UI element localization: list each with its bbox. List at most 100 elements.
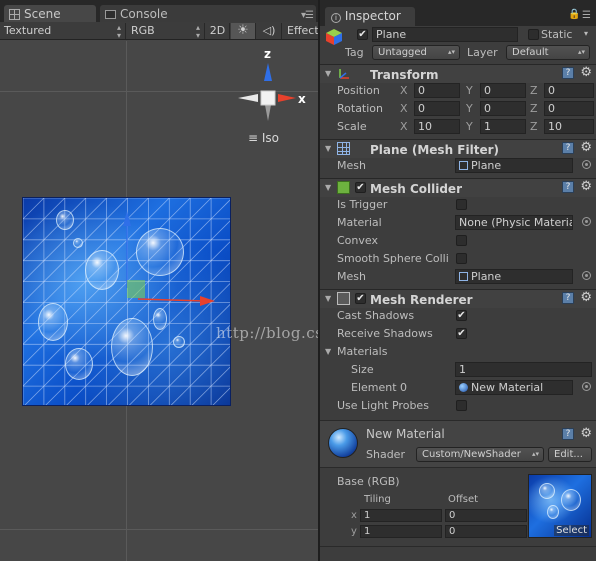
base-texture-slot[interactable]: Select xyxy=(528,474,592,538)
tag-dropdown[interactable]: Untagged ▴▾ xyxy=(372,45,460,60)
color-mode-dropdown[interactable]: RGB ▴ ▾ xyxy=(127,23,205,40)
tab-console[interactable]: Console xyxy=(100,5,316,22)
render-mode-dropdown[interactable]: Textured ▴ ▾ xyxy=(0,23,126,40)
help-icon[interactable]: ? xyxy=(562,67,574,79)
static-dropdown-icon[interactable]: ▾ xyxy=(584,29,588,38)
transform-z-field[interactable]: 0 xyxy=(544,101,594,116)
transform-z-field[interactable]: 10 xyxy=(544,119,594,134)
active-checkbox[interactable]: ✔ xyxy=(357,29,368,40)
transform-row-label: Rotation xyxy=(337,102,384,115)
bubble-image xyxy=(65,348,93,380)
is-trigger-checkbox[interactable] xyxy=(456,199,467,210)
mesh-label: Mesh xyxy=(337,159,366,172)
textured-plane[interactable] xyxy=(22,197,231,406)
axis-label: Z xyxy=(530,102,538,115)
convex-checkbox[interactable] xyxy=(456,235,467,246)
scene-viewport[interactable]: z x ≡ Iso http://blog.c xyxy=(0,41,318,561)
mesh-filter-mesh-field[interactable]: Plane xyxy=(455,158,573,173)
mesh-renderer-header[interactable]: ▼ ✔ Mesh Renderer ? ⚙ xyxy=(320,289,596,308)
collider-mesh-field[interactable]: Plane xyxy=(455,269,573,284)
material-preview-icon xyxy=(328,428,358,458)
object-name-field[interactable]: Plane xyxy=(372,27,518,42)
bubble-image xyxy=(73,238,83,248)
tab-inspector-label: Inspector xyxy=(344,9,401,23)
help-icon[interactable]: ? xyxy=(562,142,574,154)
element0-value: New Material xyxy=(471,381,544,394)
object-picker-icon[interactable] xyxy=(582,217,591,226)
foldout-arrow-icon[interactable]: ▼ xyxy=(325,145,331,153)
projection-toggle[interactable]: ≡ Iso xyxy=(248,131,279,145)
shader-dropdown[interactable]: Custom/NewShader ▴▾ xyxy=(416,447,544,462)
materials-size-field[interactable]: 1 xyxy=(455,362,592,377)
gear-icon[interactable]: ⚙ xyxy=(580,290,592,305)
gizmo-z-label: z xyxy=(264,47,271,61)
transform-x-field[interactable]: 0 xyxy=(414,83,460,98)
help-icon[interactable]: ? xyxy=(562,428,574,440)
lighting-toggle-button[interactable]: ☀ xyxy=(231,23,256,39)
offset-y-field[interactable]: 0 xyxy=(445,525,527,538)
gear-icon[interactable]: ⚙ xyxy=(580,140,592,155)
transform-y-field[interactable]: 0 xyxy=(480,101,526,116)
element0-row: Element 0 New Material xyxy=(320,379,596,397)
offset-x-field[interactable]: 0 xyxy=(445,509,527,522)
transform-x-field[interactable]: 10 xyxy=(414,119,460,134)
element0-material-field[interactable]: New Material xyxy=(455,380,573,395)
transform-y-field[interactable]: 0 xyxy=(480,83,526,98)
gear-icon[interactable]: ⚙ xyxy=(580,426,592,441)
tab-console-label: Console xyxy=(120,7,168,21)
gear-icon[interactable]: ⚙ xyxy=(580,65,592,80)
effects-label: Effect xyxy=(287,24,318,37)
transform-z-field[interactable]: 0 xyxy=(544,83,594,98)
smooth-sphere-row: Smooth Sphere Colli xyxy=(320,250,596,268)
transform-y-field[interactable]: 1 xyxy=(480,119,526,134)
mesh-label: Mesh xyxy=(337,270,366,283)
cast-shadows-checkbox[interactable]: ✔ xyxy=(456,310,467,321)
tab-inspector[interactable]: i Inspector xyxy=(325,7,415,26)
mesh-renderer-title: Mesh Renderer xyxy=(370,293,473,307)
physic-material-field[interactable]: None (Physic Materia xyxy=(455,215,573,230)
inspector-lock-icon[interactable]: 🔒 xyxy=(568,9,580,20)
foldout-arrow-icon[interactable]: ▼ xyxy=(325,295,331,303)
help-icon[interactable]: ? xyxy=(562,181,574,193)
transform-x-field[interactable]: 0 xyxy=(414,101,460,116)
object-picker-icon[interactable] xyxy=(582,160,591,169)
toggle-2d-button[interactable]: 2D xyxy=(206,23,230,39)
mesh-collider-enabled-checkbox[interactable]: ✔ xyxy=(355,182,366,193)
scene-orientation-gizmo[interactable]: z x ≡ Iso xyxy=(236,47,306,145)
audio-toggle-button[interactable]: ◁) xyxy=(257,23,282,39)
static-checkbox[interactable] xyxy=(528,29,539,40)
tiling-x-field[interactable]: 1 xyxy=(360,509,442,522)
layer-dropdown[interactable]: Default ▴▾ xyxy=(506,45,590,60)
mesh-collider-header[interactable]: ▼ ✔ Mesh Collider ? ⚙ xyxy=(320,178,596,197)
bubble-image xyxy=(547,505,559,519)
effects-dropdown[interactable]: Effect xyxy=(283,23,318,39)
bubble-image xyxy=(173,336,185,348)
inspector-menu-icon[interactable]: ☰ xyxy=(582,10,591,21)
transform-header[interactable]: ▼ Transform ? ⚙ xyxy=(320,64,596,83)
help-icon[interactable]: ? xyxy=(562,292,574,304)
foldout-arrow-icon[interactable]: ▼ xyxy=(325,348,331,356)
mesh-value: Plane xyxy=(471,270,502,283)
mesh-filter-mesh-row: Mesh Plane xyxy=(320,157,596,175)
object-picker-icon[interactable] xyxy=(582,382,591,391)
foldout-arrow-icon[interactable]: ▼ xyxy=(325,184,331,192)
bubble-image xyxy=(136,228,184,276)
mesh-filter-header[interactable]: ▼ Plane (Mesh Filter) ? ⚙ xyxy=(320,139,596,158)
object-picker-icon[interactable] xyxy=(582,271,591,280)
smooth-sphere-checkbox[interactable] xyxy=(456,253,467,264)
gear-icon[interactable]: ⚙ xyxy=(580,179,592,194)
tab-menu-icon[interactable]: ▾☰ xyxy=(301,10,314,21)
texture-select-button[interactable]: Select xyxy=(554,525,589,536)
foldout-arrow-icon[interactable]: ▼ xyxy=(325,70,331,78)
shader-edit-button[interactable]: Edit... xyxy=(548,447,592,462)
mesh-renderer-icon xyxy=(337,292,350,305)
bubble-image xyxy=(38,303,68,341)
mesh-renderer-enabled-checkbox[interactable]: ✔ xyxy=(355,293,366,304)
materials-row[interactable]: ▼ Materials xyxy=(320,343,596,361)
tiling-y-field[interactable]: 1 xyxy=(360,525,442,538)
scene-toolbar: Textured ▴ ▾ RGB ▴ ▾ 2D ☀ ◁) Effect xyxy=(0,22,318,40)
receive-shadows-checkbox[interactable]: ✔ xyxy=(456,328,467,339)
speaker-icon: ◁) xyxy=(262,24,276,37)
light-probes-checkbox[interactable] xyxy=(456,400,467,411)
tab-scene[interactable]: Scene xyxy=(4,5,96,22)
